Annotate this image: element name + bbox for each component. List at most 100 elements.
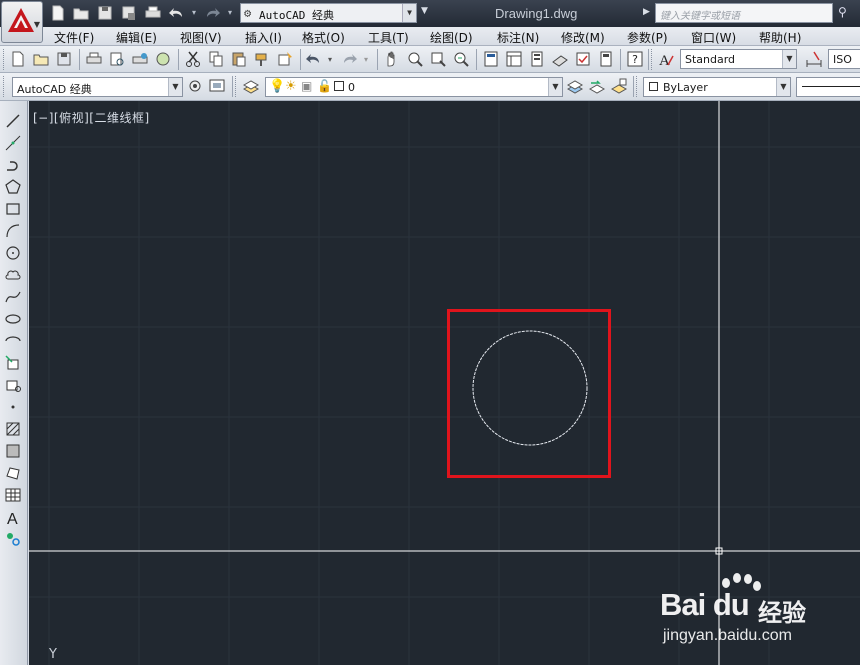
menu-draw[interactable]: 绘图(D) [430, 29, 473, 46]
pan-icon[interactable] [383, 50, 401, 68]
menu-view[interactable]: 视图(V) [180, 29, 222, 46]
new-icon[interactable] [9, 50, 27, 68]
layer-color-swatch [334, 81, 344, 91]
workspace-value: AutoCAD 经典 [259, 9, 334, 22]
toolbar-grip[interactable] [3, 76, 6, 97]
line-icon[interactable] [4, 112, 22, 130]
help-icon[interactable]: ? [626, 50, 644, 68]
zoom-realtime-icon[interactable] [406, 50, 424, 68]
circle-icon[interactable] [4, 244, 22, 262]
clean-screen-icon[interactable] [208, 77, 226, 95]
undo-dropdown-icon[interactable]: ▾ [328, 55, 332, 64]
workspace-settings-icon[interactable] [186, 77, 204, 95]
color-select[interactable]: ByLayer ▼ [643, 77, 791, 97]
redo-icon[interactable] [203, 4, 221, 22]
toolbar-separator [79, 49, 80, 70]
markup-set-manager-icon[interactable] [574, 50, 592, 68]
quick-access-more-icon[interactable]: ▼ [421, 6, 428, 16]
zoom-previous-icon[interactable] [452, 50, 470, 68]
copy-icon[interactable] [207, 50, 225, 68]
insert-block-icon[interactable] [4, 354, 22, 372]
undo-icon[interactable] [168, 4, 186, 22]
redo-icon[interactable] [340, 50, 358, 68]
menu-parametric[interactable]: 参数(P) [627, 29, 668, 46]
toolbar-grip[interactable] [651, 49, 654, 70]
new-file-icon[interactable] [49, 4, 67, 22]
menu-modify[interactable]: 修改(M) [561, 29, 605, 46]
multiline-text-icon[interactable]: A [4, 508, 22, 528]
make-block-icon[interactable] [4, 376, 22, 394]
undo-icon[interactable] [305, 50, 323, 68]
properties-icon[interactable] [482, 50, 500, 68]
search-expand-icon[interactable]: ▶ [643, 7, 650, 17]
text-style-select[interactable]: Standard ▼ [680, 49, 797, 69]
design-center-icon[interactable] [505, 50, 523, 68]
tool-palettes-icon[interactable] [528, 50, 546, 68]
save-as-icon[interactable] [120, 4, 138, 22]
paste-icon[interactable] [230, 50, 248, 68]
workspace-select[interactable]: ⚙ AutoCAD 经典 ▼ [240, 3, 417, 23]
plot-preview-icon[interactable] [108, 50, 126, 68]
text-style-icon[interactable]: A [657, 50, 675, 69]
menu-dimension[interactable]: 标注(N) [497, 29, 539, 46]
gradient-icon[interactable] [4, 442, 22, 460]
polygon-icon[interactable] [4, 178, 22, 196]
dimension-style-icon[interactable] [805, 50, 823, 68]
layer-properties-icon[interactable] [242, 77, 260, 95]
menu-insert[interactable]: 插入(I) [245, 29, 282, 46]
publish-icon[interactable] [131, 50, 149, 68]
open-file-icon[interactable] [72, 4, 90, 22]
application-menu-button[interactable]: ▼ [1, 1, 43, 43]
menu-tools[interactable]: 工具(T) [368, 29, 409, 46]
layer-unlock-icon: 🔓 [317, 79, 332, 93]
menu-edit[interactable]: 编辑(E) [116, 29, 157, 46]
quickcalc-icon[interactable] [597, 50, 615, 68]
sheet-set-manager-icon[interactable] [551, 50, 569, 68]
make-object-layer-current-icon[interactable] [566, 77, 584, 95]
toolbar-grip[interactable] [3, 49, 6, 70]
point-icon[interactable] [4, 398, 22, 416]
ellipse-icon[interactable] [4, 310, 22, 328]
ellipse-arc-icon[interactable] [4, 332, 22, 350]
chevron-down-icon: ▼ [782, 50, 796, 68]
save-icon[interactable] [55, 50, 73, 68]
viewport-controls[interactable]: [−][俯视][二维线框] [33, 109, 150, 126]
layer-previous-icon[interactable] [588, 77, 606, 95]
layer-select[interactable]: 💡 ☀ ▣ 🔓 0 ▼ [265, 77, 563, 97]
region-icon[interactable] [4, 464, 22, 482]
menu-window[interactable]: 窗口(W) [691, 29, 736, 46]
revision-cloud-icon[interactable] [4, 266, 22, 284]
toolbar-separator [648, 49, 649, 70]
toolbar-grip[interactable] [636, 76, 639, 97]
redo-dropdown-icon[interactable]: ▾ [364, 55, 368, 64]
print-icon[interactable] [144, 4, 162, 22]
layer-states-icon[interactable] [610, 77, 628, 95]
cut-icon[interactable] [184, 50, 202, 68]
linetype-select[interactable] [796, 77, 860, 97]
match-properties-icon[interactable] [253, 50, 271, 68]
3d-dwf-icon[interactable] [154, 50, 172, 68]
spline-icon[interactable] [4, 288, 22, 306]
menu-help[interactable]: 帮助(H) [759, 29, 801, 46]
plot-icon[interactable] [85, 50, 103, 68]
construction-line-icon[interactable] [4, 134, 22, 152]
chevron-down-icon: ▼ [168, 78, 182, 96]
dimension-style-select[interactable]: ISO [828, 49, 860, 69]
search-input[interactable]: 键入关键字或短语 [655, 3, 833, 23]
block-editor-icon[interactable] [276, 50, 294, 68]
zoom-window-icon[interactable] [429, 50, 447, 68]
binoculars-icon[interactable]: ⚲ [838, 5, 847, 19]
menu-format[interactable]: 格式(O) [302, 29, 345, 46]
menu-file[interactable]: 文件(F) [54, 29, 94, 46]
rectangle-icon[interactable] [4, 200, 22, 218]
hatch-icon[interactable] [4, 420, 22, 438]
workspace-combo[interactable]: AutoCAD 经典 ▼ [12, 77, 183, 97]
polyline-icon[interactable] [4, 156, 22, 174]
add-selected-icon[interactable] [4, 530, 22, 548]
toolbar-grip[interactable] [235, 76, 238, 97]
svg-text:?: ? [632, 53, 638, 66]
arc-icon[interactable] [4, 222, 22, 240]
open-icon[interactable] [32, 50, 50, 68]
table-icon[interactable] [4, 486, 22, 504]
save-icon[interactable] [96, 4, 114, 22]
